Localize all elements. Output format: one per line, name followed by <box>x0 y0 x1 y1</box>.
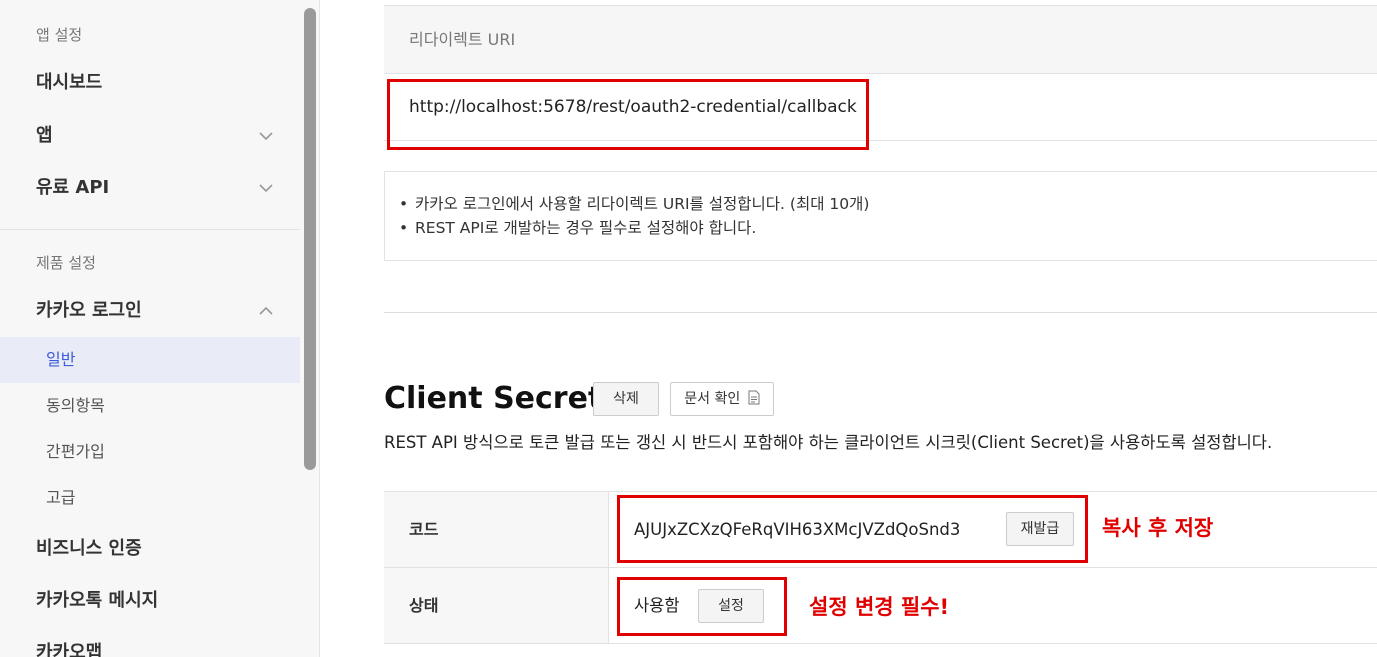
highlight-client-secret-code <box>617 495 1088 563</box>
main-content: 리다이렉트 URI http://localhost:5678/rest/oau… <box>320 0 1377 657</box>
highlight-status <box>617 577 787 636</box>
sidebar-subitem-general[interactable]: 일반 <box>0 337 300 383</box>
sidebar: 앱 설정 대시보드 앱 유료 API 제품 설정 카카오 로그인 일반 동의항목… <box>0 0 320 657</box>
sidebar-subitem-consent[interactable]: 동의항목 <box>46 391 105 421</box>
client-secret-description: REST API 방식으로 토큰 발급 또는 갱신 시 반드시 포함해야 하는 … <box>384 433 1273 452</box>
sidebar-scrollbar[interactable] <box>304 8 316 470</box>
docs-button[interactable]: 문서 확인 <box>670 382 774 416</box>
section-divider <box>384 312 1377 313</box>
sidebar-item-label: 카카오맵 <box>36 642 103 657</box>
sidebar-item-label: 대시보드 <box>36 72 103 93</box>
sidebar-item-label: 앱 <box>36 125 53 146</box>
redirect-uri-header: 리다이렉트 URI <box>384 6 1377 74</box>
sidebar-subitem-advanced[interactable]: 고급 <box>46 483 75 513</box>
chevron-down-icon <box>259 132 273 141</box>
code-label: 코드 <box>384 492 609 567</box>
sidebar-item-label: 비즈니스 인증 <box>36 538 142 559</box>
note-item: REST API로 개발하는 경우 필수로 설정해야 합니다. <box>399 216 1377 240</box>
sidebar-item-paid-api[interactable]: 유료 API <box>36 173 299 203</box>
sidebar-subitem-simple-signup[interactable]: 간편가입 <box>46 437 105 467</box>
docs-button-label: 문서 확인 <box>684 391 741 407</box>
sidebar-item-kakao-login[interactable]: 카카오 로그인 <box>36 296 299 326</box>
highlight-redirect-uri <box>387 79 869 150</box>
sidebar-item-dashboard[interactable]: 대시보드 <box>36 68 299 98</box>
sidebar-item-kakaotalk-message[interactable]: 카카오톡 메시지 <box>36 586 299 616</box>
sidebar-item-kakao-map[interactable]: 카카오맵 <box>36 638 299 657</box>
document-icon <box>748 390 760 405</box>
section-title-app-settings: 앱 설정 <box>36 26 83 44</box>
chevron-down-icon <box>259 184 273 193</box>
client-secret-title: Client Secret <box>384 381 603 416</box>
note-item: 카카오 로그인에서 사용할 리다이렉트 URI를 설정합니다. (최대 10개) <box>399 192 1377 216</box>
sidebar-item-business-auth[interactable]: 비즈니스 인증 <box>36 534 299 564</box>
sidebar-divider <box>0 229 300 230</box>
redirect-uri-notes: 카카오 로그인에서 사용할 리다이렉트 URI를 설정합니다. (최대 10개)… <box>384 171 1377 261</box>
annotation-change-required: 설정 변경 필수! <box>809 595 950 619</box>
delete-button[interactable]: 삭제 <box>593 382 659 416</box>
sidebar-item-label: 카카오톡 메시지 <box>36 590 159 611</box>
section-title-product-settings: 제품 설정 <box>36 254 96 272</box>
sidebar-item-app[interactable]: 앱 <box>36 121 299 151</box>
annotation-copy-save: 복사 후 저장 <box>1102 516 1214 540</box>
sidebar-item-label: 유료 API <box>36 177 110 198</box>
chevron-up-icon <box>259 306 273 315</box>
status-label: 상태 <box>384 568 609 643</box>
sidebar-item-label: 카카오 로그인 <box>36 300 142 321</box>
